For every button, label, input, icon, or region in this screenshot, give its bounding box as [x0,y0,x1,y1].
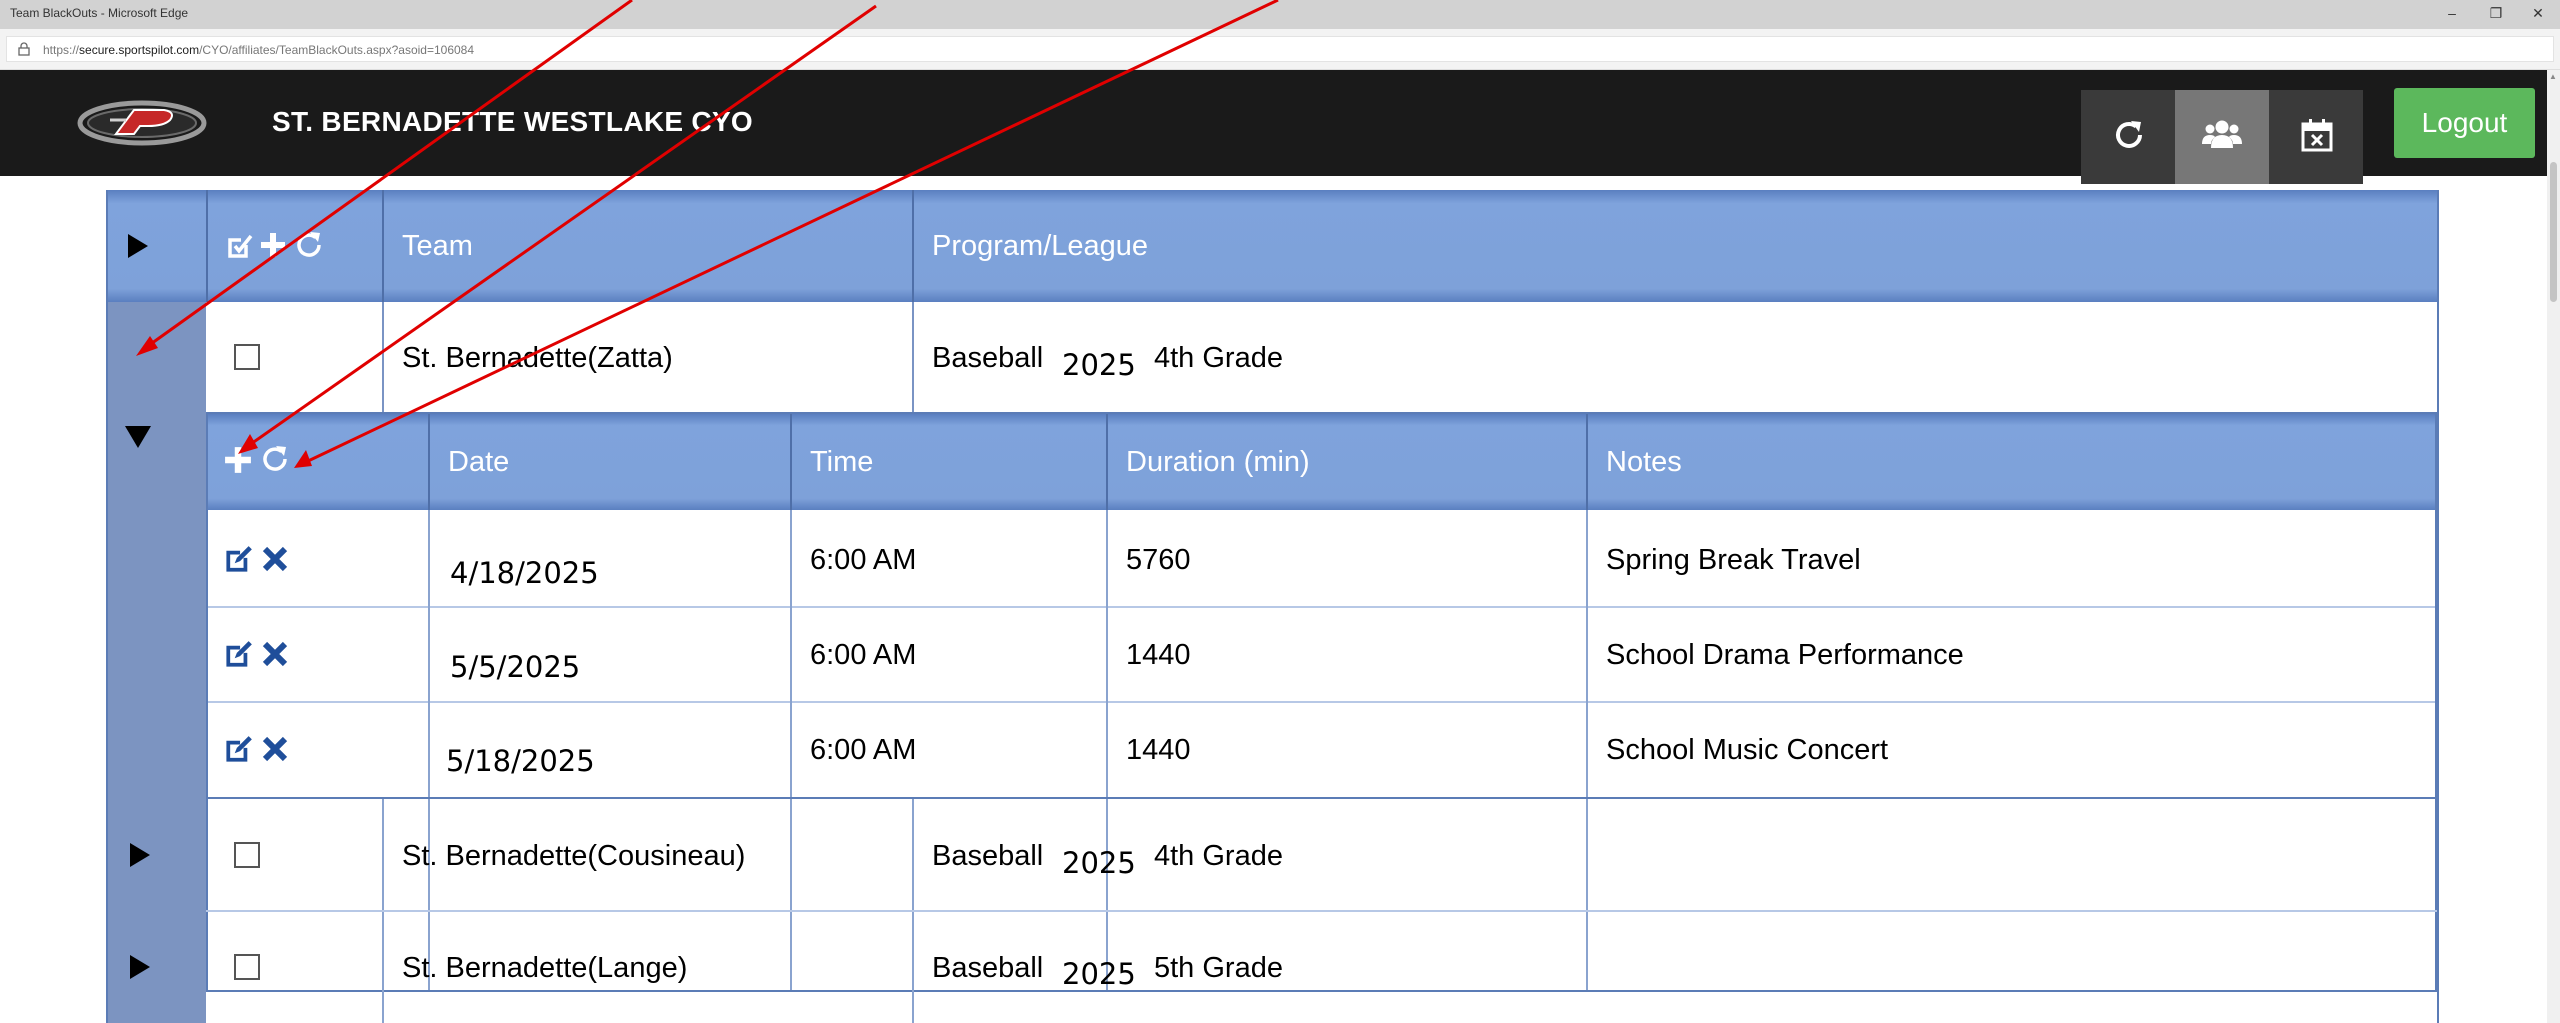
blackout-time: 6:00 AM [810,544,917,576]
lock-icon [18,42,30,56]
blackout-duration: 5760 [1126,544,1191,576]
url-field[interactable]: https://secure.sportspilot.com/CYO/affil… [6,36,2554,62]
team-grade: 4th Grade [1154,840,1283,872]
edit-selected-icon[interactable] [226,232,254,260]
add-icon[interactable] [260,232,286,258]
team-sport: Baseball [932,952,1044,984]
teams-grid: Team Program/League St. Bernadette(Zatta… [106,190,2439,1023]
refresh-icon [2116,121,2142,148]
app-header: ST. BERNADETTE WESTLAKE CYO [0,70,2547,184]
refresh-button[interactable] [2081,90,2175,184]
edit-icon[interactable] [224,734,254,764]
calendar-x-icon [2301,119,2333,152]
logout-button[interactable]: Logout [2394,88,2535,158]
divider [1586,510,1588,990]
divider [428,414,430,510]
team-grade: 5th Grade [1154,952,1283,984]
team-sport: Baseball [932,840,1044,872]
team-year: 2025 [1062,957,1136,991]
column-header-team[interactable]: Team [402,230,473,263]
delete-icon[interactable] [262,641,288,667]
blackout-notes: Spring Break Travel [1606,544,1861,576]
blackout-duration: 1440 [1126,734,1191,766]
divider [206,797,2437,799]
expand-row-icon[interactable] [130,955,150,979]
column-header-date[interactable]: Date [448,446,509,479]
team-checkbox[interactable] [234,954,260,980]
team-checkbox[interactable] [234,344,260,370]
scrollbar-thumb[interactable] [2550,162,2557,302]
divider [1106,414,1108,510]
collapse-row-icon[interactable] [125,426,151,448]
blackout-notes: School Music Concert [1606,734,1889,766]
users-icon [2202,120,2242,148]
column-header-time[interactable]: Time [810,446,873,479]
delete-icon[interactable] [262,736,288,762]
divider [208,606,2435,608]
column-header-notes[interactable]: Notes [1606,446,1682,479]
window-title: Team BlackOuts - Microsoft Edge [10,6,189,20]
blackout-date: 5/5/2025 [450,650,581,684]
divider [206,910,2437,912]
restore-icon[interactable]: ❐ [2474,0,2518,29]
team-checkbox[interactable] [234,842,260,868]
refresh-icon[interactable] [294,230,324,260]
sportspilot-logo [77,100,207,146]
browser-title-bar: Team BlackOuts - Microsoft Edge – ❐ ✕ [0,0,2560,29]
blackout-date: 4/18/2025 [450,556,599,590]
scroll-up-icon[interactable]: ▲ [2549,72,2557,81]
url-text: https://secure.sportspilot.com/CYO/affil… [43,43,474,57]
column-header-duration[interactable]: Duration (min) [1126,446,1310,479]
close-icon[interactable]: ✕ [2516,0,2560,29]
divider [382,190,384,302]
team-name: St. Bernadette(Zatta) [402,342,673,374]
team-sport: Baseball [932,342,1044,374]
divider [206,190,208,302]
blackout-time: 6:00 AM [810,639,917,671]
blackouts-button[interactable] [2269,90,2363,184]
divider [1586,414,1588,510]
delete-icon[interactable] [262,546,288,572]
expand-row-icon[interactable] [130,843,150,867]
blackout-time: 6:00 AM [810,734,917,766]
team-name: St. Bernadette(Lange) [402,952,688,984]
divider [912,302,914,412]
vertical-scrollbar[interactable]: ▲ [2547,70,2560,1023]
team-year: 2025 [1062,846,1136,880]
blackouts-header-row [208,414,2435,510]
url-host: secure.sportspilot.com [79,43,200,57]
team-year: 2025 [1062,348,1136,382]
add-blackout-icon[interactable] [224,446,252,474]
organization-name: ST. BERNADETTE WESTLAKE CYO [272,106,754,137]
divider [382,302,384,412]
team-grade: 4th Grade [1154,342,1283,374]
divider [208,701,2435,703]
minimize-icon[interactable]: – [2430,0,2474,29]
url-path: /CYO/affiliates/TeamBlackOuts.aspx?asoid… [199,43,475,57]
divider [912,190,914,302]
blackout-date: 5/18/2025 [446,744,595,778]
edit-icon[interactable] [224,544,254,574]
divider [790,414,792,510]
divider [790,510,792,990]
row-gutter [108,801,206,1023]
url-prefix: https:// [43,43,80,57]
teams-button[interactable] [2175,90,2269,184]
divider [1106,510,1108,990]
blackout-notes: School Drama Performance [1606,639,1964,671]
edit-icon[interactable] [224,639,254,669]
divider [428,510,430,990]
blackout-duration: 1440 [1126,639,1191,671]
column-header-program[interactable]: Program/League [932,230,1148,263]
address-bar: https://secure.sportspilot.com/CYO/affil… [0,29,2560,70]
refresh-blackouts-icon[interactable] [260,444,290,474]
expand-all-icon[interactable] [128,234,148,258]
team-name: St. Bernadette(Cousineau) [402,840,746,872]
